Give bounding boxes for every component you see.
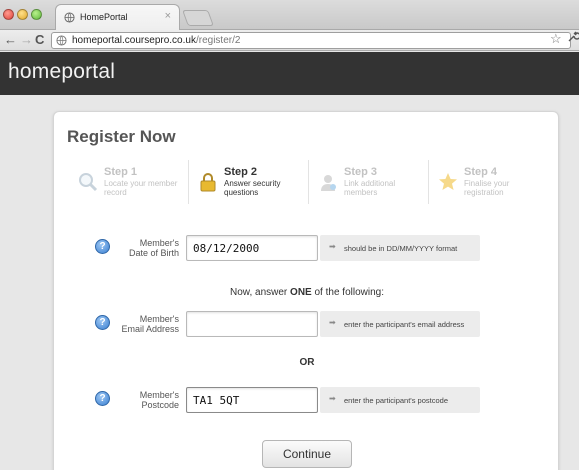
url-text: homeportal.coursepro.co.uk/register/2 (72, 35, 240, 46)
step-3-name: Step 3 (344, 166, 378, 178)
email-address-input[interactable] (186, 311, 318, 337)
dob-label-line2: Date of Birth (128, 248, 179, 258)
site-logo[interactable]: homeportal (8, 60, 115, 84)
step-3: Step 3 Link additional members (308, 160, 426, 204)
postcode-label-line1: Member's (139, 390, 179, 400)
tab-title: HomePortal (80, 12, 128, 22)
tab-close-icon[interactable]: × (165, 10, 171, 22)
step-2-desc: Answer security questions (224, 179, 281, 197)
window-zoom-button[interactable] (31, 9, 42, 20)
dob-label-line1: Member's (139, 238, 179, 248)
dob-hint: ➡ should be in DD/MM/YYYY format (320, 235, 480, 261)
postcode-hint: ➡ enter the participant's postcode (320, 387, 480, 413)
step-1-name: Step 1 (104, 166, 138, 178)
postcode-label: Member's Postcode (69, 390, 179, 410)
user-icon (321, 175, 336, 191)
instruction-after: of the following: (311, 287, 384, 298)
dob-label: Member's Date of Birth (69, 238, 179, 258)
step-indicator: Step 1 Locate your member record Step 2 … (68, 160, 548, 204)
answer-one-instruction: Now, answer ONE of the following: (54, 287, 560, 298)
step-1-desc: Locate your member record (104, 179, 178, 197)
postcode-label-line2: Postcode (141, 400, 179, 410)
url-path: /register/2 (195, 35, 241, 46)
magnifier-icon (79, 173, 98, 192)
email-label-line2: Email Address (121, 324, 179, 334)
site-header: homeportal (0, 52, 579, 95)
step-4-desc: Finalise your registration (464, 179, 510, 197)
wrench-icon[interactable] (567, 31, 579, 43)
or-separator: OR (299, 357, 315, 368)
reload-icon[interactable]: C (35, 32, 44, 48)
browser-tab[interactable]: HomePortal × (55, 4, 180, 30)
register-card: Register Now Step 1 Locate your member r… (53, 111, 559, 470)
instruction-emphasis: ONE (290, 287, 312, 298)
postcode-input[interactable] (186, 387, 318, 413)
date-of-birth-input[interactable] (186, 235, 318, 261)
hint-arrow-icon: ➡ (329, 318, 336, 327)
step-4: Step 4 Finalise your registration (428, 160, 546, 204)
bookmark-star-icon[interactable]: ☆ (550, 31, 562, 47)
new-tab-button[interactable] (182, 10, 214, 26)
step-2-name: Step 2 (224, 166, 258, 178)
email-label: Member's Email Address (69, 314, 179, 334)
star-icon (439, 173, 457, 190)
browser-toolbar: ← → C homeportal.coursepro.co.uk/registe… (0, 30, 579, 51)
step-4-name: Step 4 (464, 166, 498, 178)
window-minimize-button[interactable] (17, 9, 28, 20)
step-2: Step 2 Answer security questions (188, 160, 306, 204)
email-hint-text: enter the participant's email address (344, 320, 465, 329)
step-1: Step 1 Locate your member record (68, 160, 186, 204)
postcode-hint-text: enter the participant's postcode (344, 396, 448, 405)
instruction-before: Now, answer (230, 287, 291, 298)
email-label-line1: Member's (139, 314, 179, 324)
globe-icon (64, 12, 75, 23)
window-close-button[interactable] (3, 9, 14, 20)
step-3-desc: Link additional members (344, 179, 396, 197)
url-host: homeportal.coursepro.co.uk (72, 35, 196, 46)
back-arrow-icon[interactable]: ← (4, 32, 17, 48)
padlock-icon (200, 173, 216, 192)
forward-arrow-icon[interactable]: → (20, 32, 33, 48)
hint-arrow-icon: ➡ (329, 394, 336, 403)
continue-button[interactable]: Continue (262, 440, 352, 468)
email-hint: ➡ enter the participant's email address (320, 311, 480, 337)
page-title: Register Now (67, 127, 176, 146)
hint-arrow-icon: ➡ (329, 242, 336, 251)
dob-hint-text: should be in DD/MM/YYYY format (344, 244, 458, 253)
page-icon (56, 35, 67, 46)
browser-tab-bar: HomePortal × (0, 0, 579, 30)
address-bar[interactable]: homeportal.coursepro.co.uk/register/2 (51, 32, 571, 49)
